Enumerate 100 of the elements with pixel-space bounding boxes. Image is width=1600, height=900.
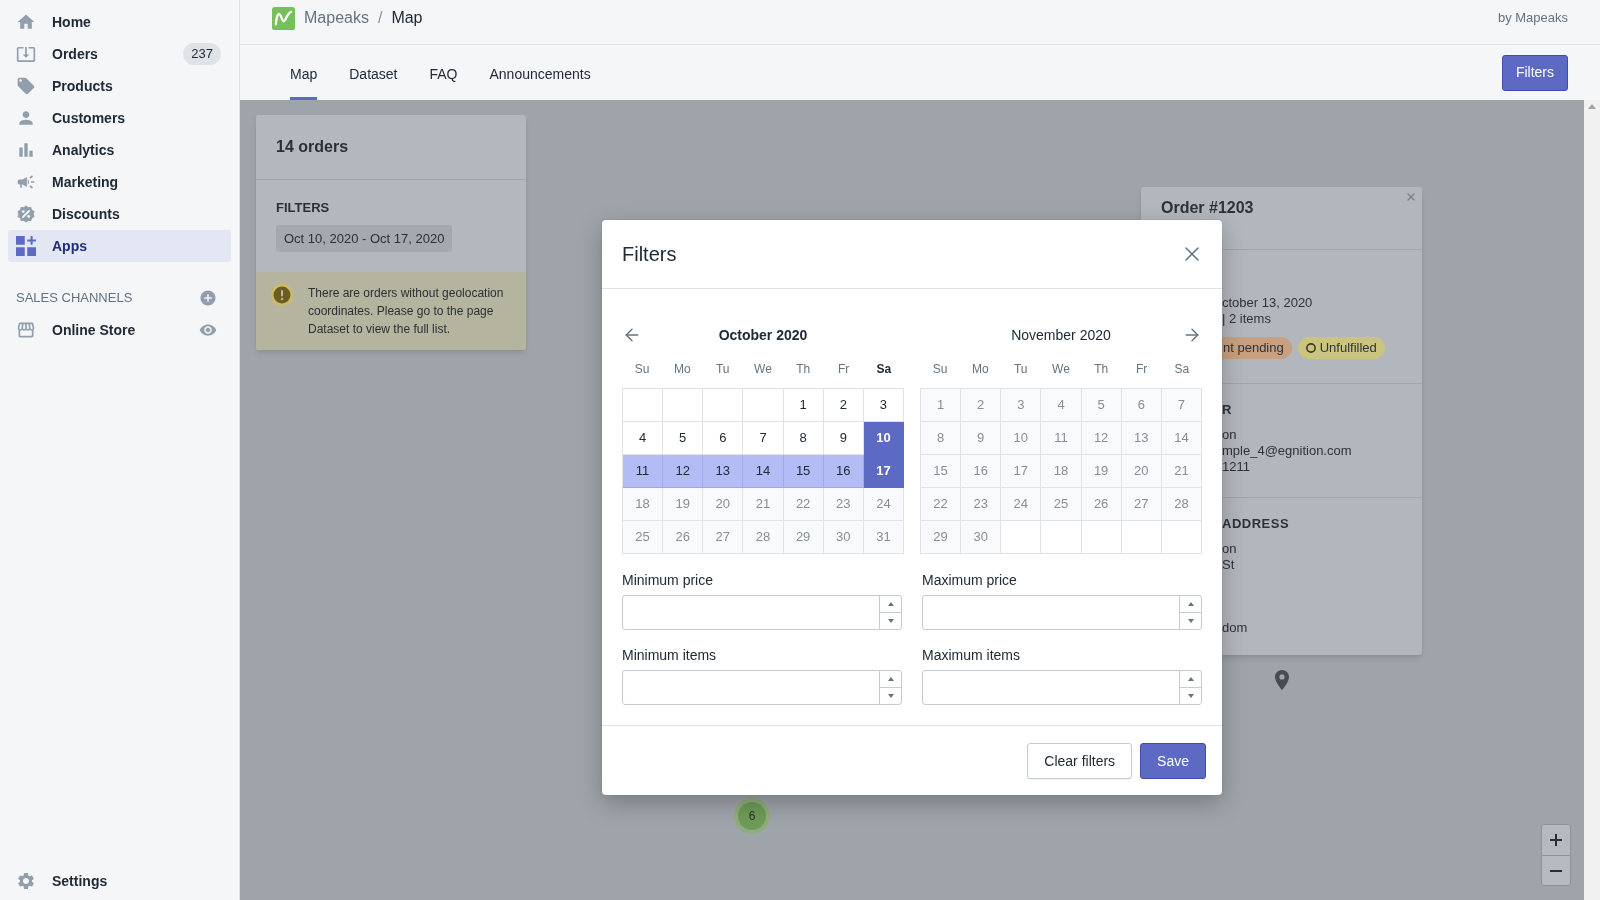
day-cell: 27 xyxy=(703,521,744,554)
nav-link[interactable]: Online Store xyxy=(8,314,191,346)
day-cell[interactable]: 7 xyxy=(743,422,784,455)
caret-up-icon[interactable] xyxy=(1588,104,1596,109)
day-cell[interactable]: 1 xyxy=(783,389,824,422)
month-title: November 2020 xyxy=(1011,325,1111,345)
map-placeholder[interactable] xyxy=(240,100,1584,900)
day-cell: 22 xyxy=(783,488,824,521)
minus-icon xyxy=(1550,869,1562,872)
day-cell: 20 xyxy=(1121,455,1162,488)
weekday-label: We xyxy=(754,361,772,378)
percent-badge-icon xyxy=(16,204,36,224)
detail-text: ctober 13, 2020 xyxy=(1222,295,1313,311)
day-cell: 28 xyxy=(743,521,784,554)
day-cell[interactable]: 11 xyxy=(623,455,664,488)
day-cell: 14 xyxy=(1161,422,1202,455)
day-cell: 21 xyxy=(743,488,784,521)
day-cell[interactable]: 13 xyxy=(703,455,744,488)
number-input[interactable] xyxy=(622,595,902,630)
caret-up-icon xyxy=(887,602,894,606)
cluster-marker[interactable]: 6 xyxy=(734,798,770,834)
day-cell: 28 xyxy=(1161,488,1202,521)
number-input[interactable] xyxy=(922,595,1202,630)
weekday-label: Fr xyxy=(1135,361,1148,378)
tag-icon xyxy=(16,76,36,96)
day-cell[interactable]: 14 xyxy=(743,455,784,488)
day-cell: 30 xyxy=(961,521,1002,554)
dialog-title: Filters xyxy=(622,242,677,267)
day-cell[interactable]: 6 xyxy=(703,422,744,455)
plus-icon xyxy=(1550,834,1562,846)
detail-text: mple_4@egnition.com xyxy=(1222,443,1352,459)
detail-text: | 2 items xyxy=(1222,311,1271,327)
weekday-label: Su xyxy=(932,361,948,378)
day-cell: 25 xyxy=(623,521,664,554)
day-cell[interactable]: 15 xyxy=(783,455,824,488)
caret-down-icon xyxy=(1187,619,1194,623)
caret-down-icon xyxy=(1187,694,1194,698)
day-cell[interactable]: 17 xyxy=(863,455,904,488)
nav-link[interactable]: Products xyxy=(8,70,231,102)
day-cell[interactable]: 12 xyxy=(663,455,704,488)
tab[interactable]: Announcements xyxy=(489,45,591,100)
secondary-button[interactable]: Clear filters xyxy=(1027,743,1133,779)
weekday-label: Fr xyxy=(837,361,850,378)
detail-text: dom xyxy=(1222,620,1248,636)
day-cell: 29 xyxy=(783,521,824,554)
nav-link[interactable]: Customers xyxy=(8,102,231,134)
field-label: Minimum price xyxy=(622,571,713,590)
day-cell[interactable]: 5 xyxy=(663,422,704,455)
number-input[interactable] xyxy=(922,670,1202,705)
storefront-icon xyxy=(16,320,36,340)
weekday-label: Mo xyxy=(674,361,691,378)
nav-link[interactable]: Orders xyxy=(8,38,176,70)
day-cell: 3 xyxy=(1001,389,1042,422)
day-cell[interactable]: 8 xyxy=(783,422,824,455)
tab[interactable]: Dataset xyxy=(349,45,398,100)
weekday-label: Th xyxy=(1094,361,1109,378)
warning-text: There are orders without geolocation coordinates. Please go to the page Dataset to view the full list. xyxy=(308,285,505,338)
scrollbar[interactable] xyxy=(1584,100,1600,900)
tab[interactable]: FAQ xyxy=(429,45,458,100)
day-cell: 26 xyxy=(663,521,704,554)
day-cell: 10 xyxy=(1001,422,1042,455)
nav-link[interactable]: Analytics xyxy=(8,134,231,166)
weekday-label: We xyxy=(1052,361,1070,378)
caret-up-icon xyxy=(1187,602,1194,606)
day-cell: 27 xyxy=(1121,488,1162,521)
count-badge: 237 xyxy=(183,43,221,65)
day-cell: 26 xyxy=(1081,488,1122,521)
nav-link[interactable]: Home xyxy=(8,6,231,38)
day-cell[interactable]: 3 xyxy=(863,389,904,422)
nav-link[interactable]: Settings xyxy=(8,865,231,897)
weekday-label: Tu xyxy=(715,361,730,378)
status-badge: Unfulfilled xyxy=(1297,337,1385,359)
day-cell[interactable]: 16 xyxy=(823,455,864,488)
day-cell: 2 xyxy=(961,389,1002,422)
weekday-label: Mo xyxy=(972,361,989,378)
number-input[interactable] xyxy=(622,670,902,705)
primary-button[interactable]: Save xyxy=(1140,743,1206,779)
breadcrumb-link[interactable]: Mapeaks xyxy=(304,6,369,30)
map-pin-icon[interactable] xyxy=(1275,670,1289,690)
page-title: Map xyxy=(391,8,423,28)
day-cell[interactable]: 2 xyxy=(823,389,864,422)
day-cell[interactable]: 4 xyxy=(623,422,664,455)
detail-text: on xyxy=(1222,541,1237,557)
detail-text: on xyxy=(1222,427,1237,443)
eye-icon[interactable] xyxy=(199,321,217,339)
filter-tag: Oct 10, 2020 - Oct 17, 2020 xyxy=(276,225,453,252)
caret-up-icon xyxy=(1187,677,1194,681)
day-cell: 24 xyxy=(863,488,904,521)
weekday-label: Su xyxy=(634,361,650,378)
nav-link[interactable]: Apps xyxy=(8,230,231,262)
caret-up-icon xyxy=(887,677,894,681)
exclamation-icon xyxy=(271,284,293,306)
day-cell: 7 xyxy=(1161,389,1202,422)
day-cell[interactable]: 10 xyxy=(863,422,904,455)
day-cell[interactable]: 9 xyxy=(823,422,864,455)
nav-link[interactable]: Marketing xyxy=(8,166,231,198)
publisher-text: by Mapeaks xyxy=(1497,9,1568,28)
day-cell: 12 xyxy=(1081,422,1122,455)
filters-button[interactable]: Filters xyxy=(1501,54,1568,91)
nav-link[interactable]: Discounts xyxy=(8,198,231,230)
